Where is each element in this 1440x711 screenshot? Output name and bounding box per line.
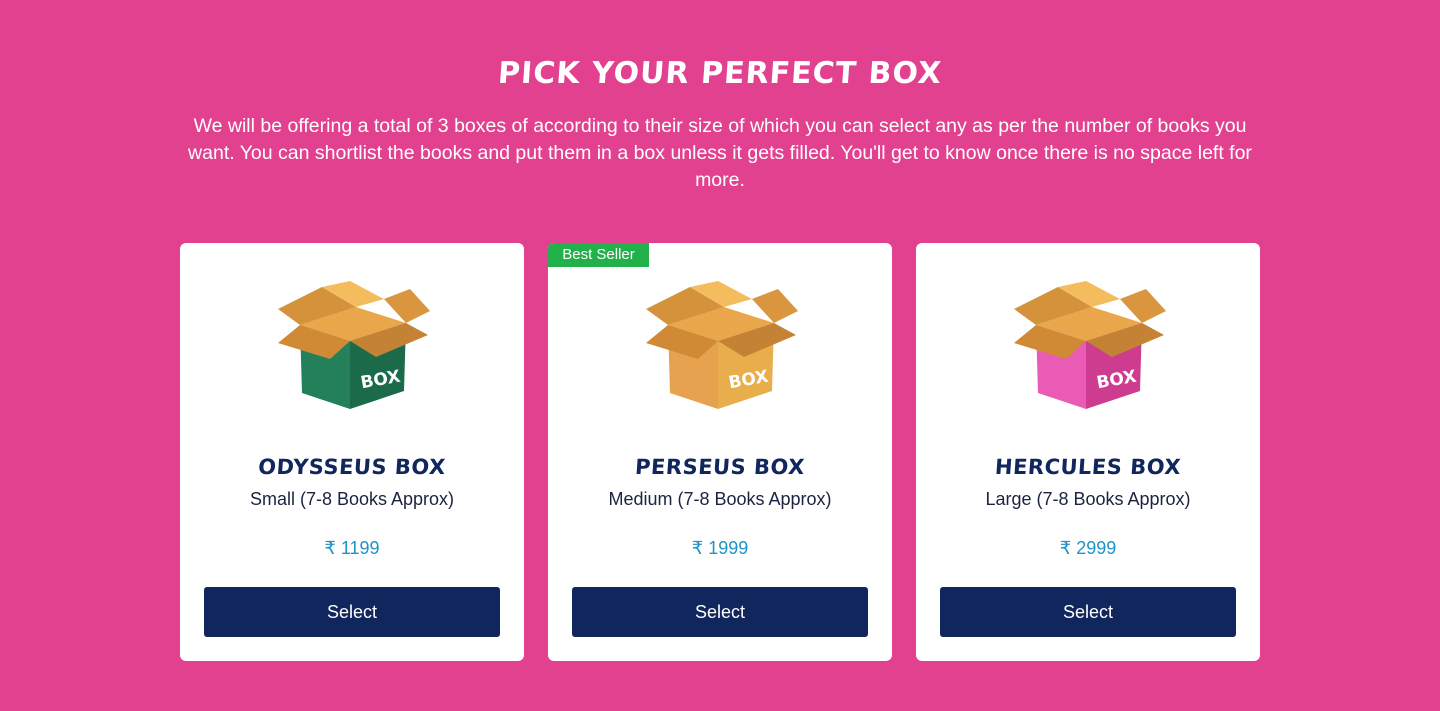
box-icon: BOX: [646, 281, 798, 409]
box-price: ₹ 1199: [324, 538, 380, 558]
select-button-perseus[interactable]: Select: [572, 587, 868, 637]
box-size: Large (7-8 Books Approx): [985, 489, 1191, 509]
box-icon: BOX: [278, 281, 430, 409]
box-size: Small (7-8 Books Approx): [249, 489, 455, 509]
box-size: Medium (7-8 Books Approx): [608, 489, 832, 509]
box-card-hercules: BOX HERCULES BOX Large (7-8 Books Approx…: [916, 243, 1260, 661]
pricing-section: PICK YOUR PERFECT BOX We will be offerin…: [0, 0, 1440, 711]
section-description: We will be offering a total of 3 boxes o…: [188, 115, 1252, 191]
section-title: PICK YOUR PERFECT BOX: [496, 56, 944, 91]
box-price: ₹ 2999: [1059, 538, 1117, 558]
box-name: PERSEUS BOX: [634, 455, 806, 479]
select-button-hercules[interactable]: Select: [940, 587, 1236, 637]
box-cards: BOX ODYSSEUS BOX Small (7-8 Books Approx…: [180, 243, 1260, 661]
box-name: HERCULES BOX: [994, 455, 1182, 479]
box-price: ₹ 1999: [691, 538, 749, 558]
select-button-odysseus[interactable]: Select: [204, 587, 500, 637]
box-card-perseus: Best Seller BOX PERSEUS BOX Medium (7-8 …: [548, 243, 892, 661]
box-name: ODYSSEUS BOX: [257, 455, 447, 479]
best-seller-badge: Best Seller: [548, 243, 649, 267]
box-card-odysseus: BOX ODYSSEUS BOX Small (7-8 Books Approx…: [180, 243, 524, 661]
box-icon: BOX: [1014, 281, 1166, 409]
